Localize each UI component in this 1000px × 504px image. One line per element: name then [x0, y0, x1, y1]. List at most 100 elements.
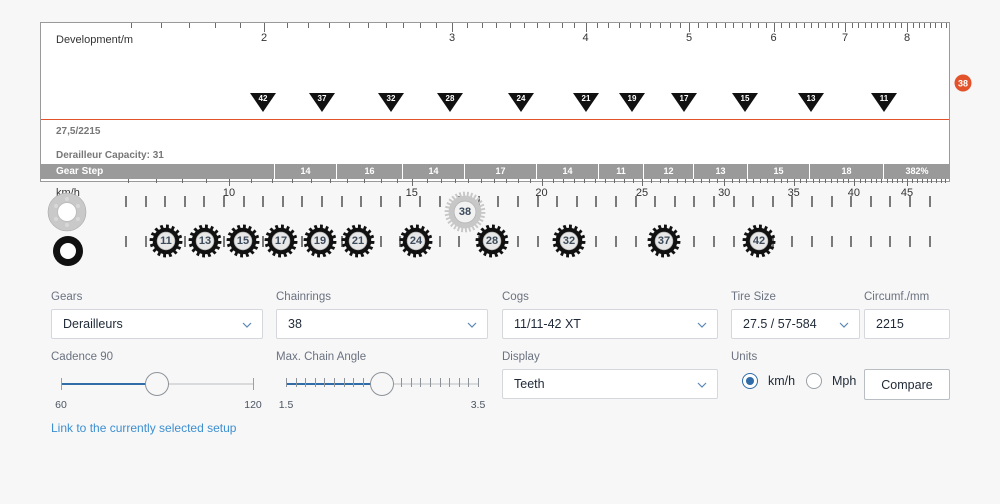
gear-marker[interactable]: 32	[378, 93, 404, 112]
cog-sprocket[interactable]: 13	[188, 224, 222, 258]
cog-tick	[438, 236, 441, 247]
cog-tick	[850, 236, 853, 247]
speed-axis-tick	[907, 179, 908, 186]
chain-angle-tick	[478, 378, 479, 387]
gear-marker[interactable]: 13	[798, 93, 824, 112]
axis-tick-label: 8	[903, 32, 911, 44]
speed-axis-tick	[753, 179, 755, 183]
speed-axis-tick	[708, 179, 710, 183]
axis-tick	[367, 23, 369, 28]
display-select[interactable]: Teeth	[502, 369, 718, 399]
cog-sprocket[interactable]: 28	[475, 224, 509, 258]
chain-angle-tick	[401, 378, 403, 387]
gear-marker-label: 19	[627, 94, 637, 103]
compare-button[interactable]: Compare	[864, 369, 950, 400]
chainring-tick	[634, 196, 637, 207]
axis-tick	[650, 23, 652, 28]
cog-sprocket[interactable]: 21	[341, 224, 375, 258]
tire-size-field: Tire Size 27.5 / 57-584	[731, 291, 860, 339]
chain-angle-tick	[449, 378, 451, 387]
units-radio-group: km/h Mph	[731, 369, 861, 399]
axis-tick	[796, 23, 798, 28]
cogs-field: Cogs 11/11-42 XT	[502, 291, 718, 339]
cog-tick	[615, 236, 617, 247]
speed-axis-tick	[926, 179, 928, 183]
speed-axis-tick	[676, 179, 678, 183]
axis-tick	[608, 23, 610, 28]
speed-axis-tick	[229, 179, 230, 186]
speed-axis-tick	[614, 179, 616, 183]
speed-axis-tick	[896, 179, 898, 183]
speed-axis-tick	[724, 179, 726, 186]
gear-marker[interactable]: 21	[573, 93, 599, 112]
axis-tick	[845, 23, 847, 32]
gear-step-title: Gear Step	[56, 166, 104, 177]
chain-angle-tick	[420, 378, 422, 387]
speed-axis-tick	[311, 179, 313, 183]
gear-marker[interactable]: 42	[250, 93, 276, 112]
gear-marker[interactable]: 19	[619, 93, 645, 112]
gear-marker[interactable]: 15	[732, 93, 758, 112]
speed-axis-tick	[739, 179, 740, 183]
axis-tick	[689, 23, 690, 32]
chevron-down-icon	[242, 319, 252, 329]
gear-marker[interactable]: 24	[508, 93, 534, 112]
speed-axis-tick	[584, 179, 586, 183]
chainrings-select[interactable]: 38	[276, 309, 488, 339]
cog-sprocket[interactable]: 11	[149, 224, 183, 258]
gear-marker[interactable]: 11	[871, 93, 897, 112]
cog-tick	[379, 236, 382, 247]
cadence-slider[interactable]: 60 120	[51, 369, 263, 411]
speed-axis-tick	[632, 179, 634, 183]
gear-marker[interactable]: 37	[309, 93, 335, 112]
chainring-tick	[125, 196, 127, 207]
cog-tick	[732, 236, 735, 247]
axis-tick-label: 2	[260, 32, 268, 44]
speed-axis-tick	[440, 179, 442, 183]
cadence-slider-min-cap	[61, 378, 62, 390]
cog-sprocket[interactable]: 24	[399, 224, 433, 258]
cog-sprocket[interactable]: 19	[303, 224, 337, 258]
cogs-select[interactable]: 11/11-42 XT	[502, 309, 718, 339]
chain-angle-tick	[353, 378, 355, 387]
tire-size-select[interactable]: 27.5 / 57-584	[731, 309, 860, 339]
chainring-tick	[340, 196, 343, 207]
axis-tick	[328, 23, 330, 28]
cog-tick	[909, 236, 911, 247]
radio-mph[interactable]	[806, 373, 822, 389]
axis-tick	[536, 23, 538, 28]
chain-angle-tick	[286, 378, 287, 387]
gears-select[interactable]: Derailleurs	[51, 309, 263, 339]
gears-field: Gears Derailleurs	[51, 291, 263, 339]
cog-sprocket[interactable]: 37	[647, 224, 681, 258]
gear-marker[interactable]: 17	[671, 93, 697, 112]
gear-marker-label: 17	[679, 94, 689, 103]
gear-marker-label: 28	[445, 94, 455, 103]
cadence-slider-thumb[interactable]	[145, 372, 169, 396]
gear-marker[interactable]: 28	[437, 93, 463, 112]
circumference-input[interactable]: 2215	[864, 309, 950, 339]
cog-sprocket[interactable]: 32	[552, 224, 586, 258]
speed-axis-tick	[574, 179, 576, 183]
speed-axis-tick	[659, 179, 661, 183]
chain-angle-tick	[295, 378, 297, 387]
speed-axis-tick	[604, 179, 606, 183]
gear-marker-label: 11	[879, 94, 889, 103]
cog-sprocket[interactable]: 15	[226, 224, 260, 258]
setup-link[interactable]: Link to the currently selected setup	[51, 421, 236, 435]
speed-axis-tick	[364, 179, 366, 183]
axis-tick	[585, 23, 587, 32]
cog-sprocket[interactable]: 17	[264, 224, 298, 258]
axis-tick	[467, 23, 469, 28]
chain-angle-slider[interactable]: 1.5 3.5	[276, 369, 488, 411]
speed-axis-tick	[272, 179, 273, 183]
gears-value: Derailleurs	[63, 317, 123, 331]
chainring-tick	[536, 196, 539, 207]
chainring-tick	[732, 196, 735, 207]
cog-tick	[183, 236, 186, 247]
radio-kmh[interactable]	[742, 373, 758, 389]
chain-angle-slider-thumb[interactable]	[370, 372, 394, 396]
axis-tick	[308, 23, 310, 28]
axis-tick	[741, 23, 743, 28]
cog-sprocket[interactable]: 42	[742, 224, 776, 258]
